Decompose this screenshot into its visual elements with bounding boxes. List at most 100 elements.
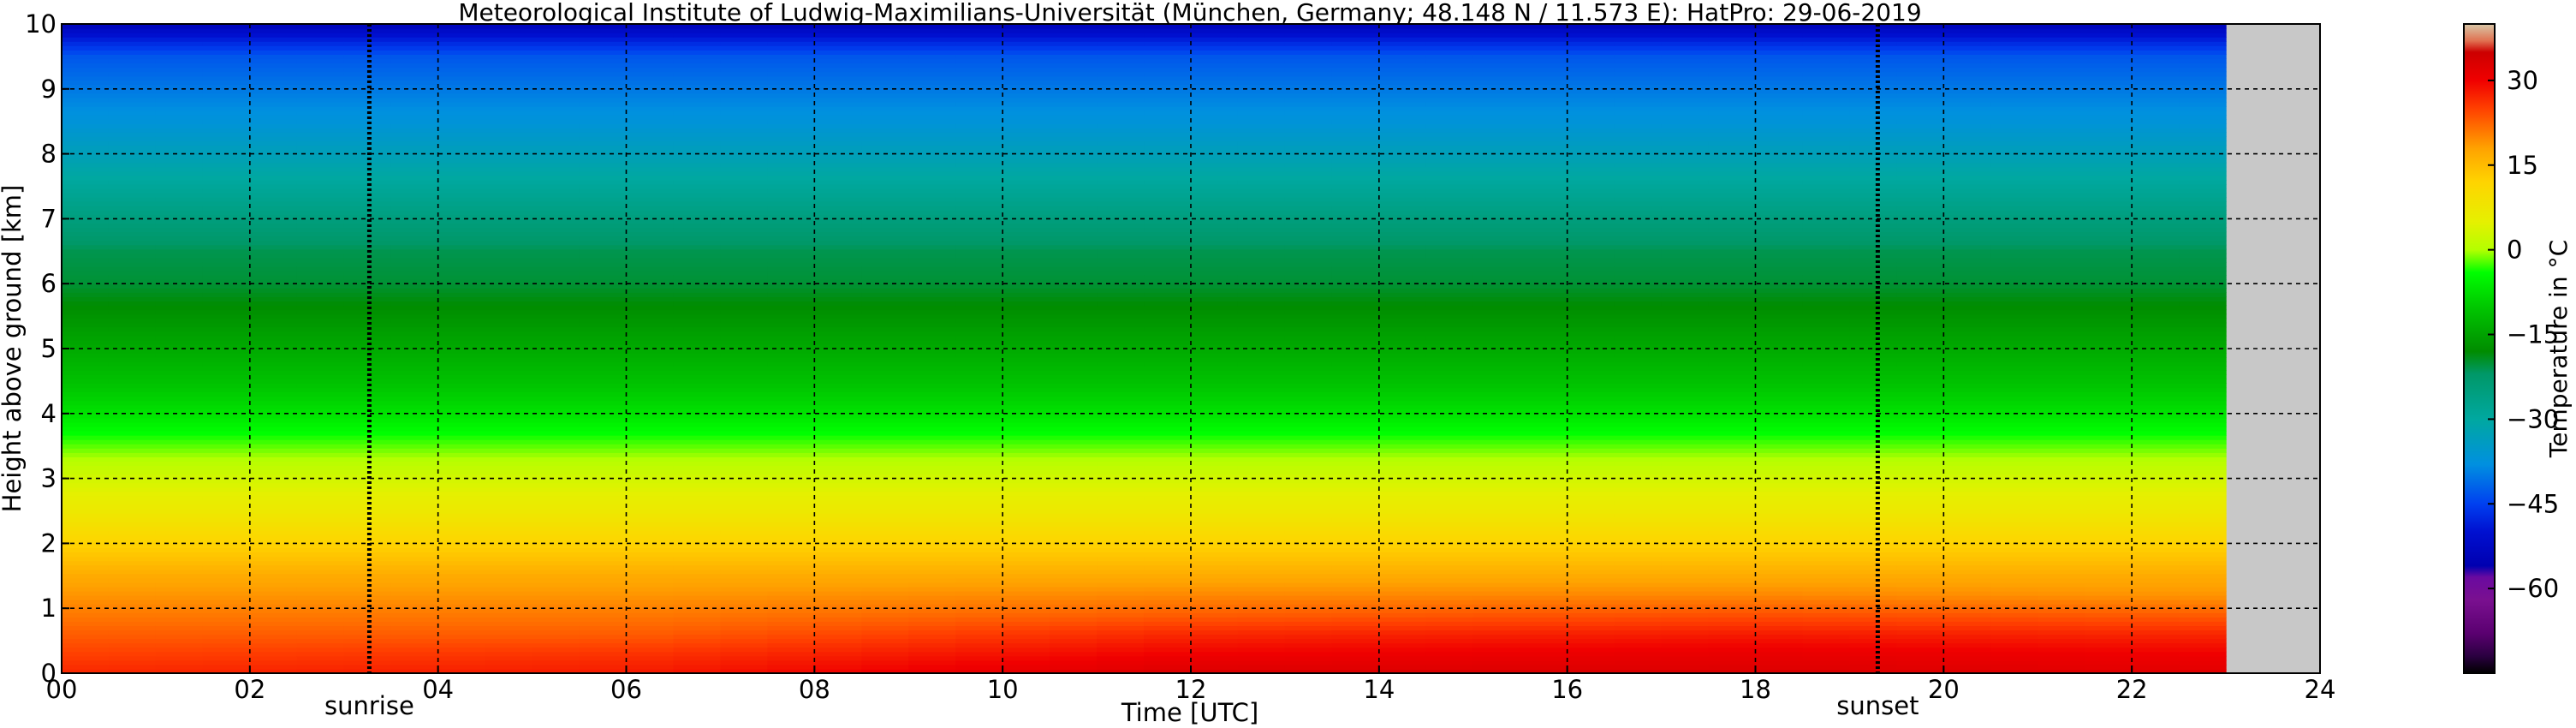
heatmap-cell (1050, 534, 1098, 540)
heatmap-cell (1097, 625, 1145, 631)
heatmap-cell (814, 431, 862, 436)
heatmap-cell (861, 517, 909, 522)
heatmap-cell (296, 404, 345, 410)
heatmap-cell (908, 374, 956, 379)
heatmap-cell (1284, 106, 1333, 111)
heatmap-cell (626, 236, 675, 242)
heatmap-cell (1050, 115, 1098, 120)
heatmap-cell (1378, 474, 1427, 480)
heatmap-cell (202, 339, 251, 345)
heatmap-cell (814, 101, 862, 107)
heatmap-cell (955, 322, 1003, 328)
heatmap-cell (1237, 448, 1286, 453)
heatmap-cell (437, 379, 486, 385)
heatmap-cell (485, 193, 533, 198)
heatmap-cell (249, 296, 298, 302)
heatmap-cell (1191, 543, 1239, 549)
heatmap-cell (1425, 166, 1474, 172)
heatmap-cell (1567, 58, 1615, 64)
heatmap-cell (626, 145, 675, 151)
heatmap-cell (579, 379, 628, 385)
heatmap-cell (532, 577, 580, 583)
heatmap-cell (1002, 404, 1050, 410)
heatmap-cell (1425, 379, 1474, 385)
heatmap-cell (1144, 456, 1192, 462)
heatmap-cell (296, 608, 345, 613)
heatmap-cell (108, 136, 157, 142)
heatmap-cell (1520, 158, 1568, 164)
heatmap-cell (1097, 417, 1145, 423)
heatmap-cell (1097, 331, 1145, 337)
heatmap-cell (673, 469, 722, 475)
heatmap-cell (767, 231, 815, 237)
heatmap-cell (62, 71, 110, 77)
heatmap-cell (532, 88, 580, 94)
heatmap-cell (202, 547, 251, 553)
heatmap-cell (673, 67, 722, 73)
heatmap-cell (955, 522, 1003, 527)
heatmap-cell (626, 292, 675, 297)
heatmap-cell (1002, 88, 1050, 94)
heatmap-cell (485, 248, 533, 254)
heatmap-cell (1237, 28, 1286, 33)
heatmap-cell (485, 236, 533, 242)
heatmap-cell (861, 101, 909, 107)
heatmap-cell (1002, 486, 1050, 492)
heatmap-cell (1331, 491, 1380, 497)
heatmap-cell (1050, 560, 1098, 566)
heatmap-cell (908, 223, 956, 229)
heatmap-cell (390, 170, 439, 176)
heatmap-cell (485, 37, 533, 42)
heatmap-cell (1425, 456, 1474, 462)
heatmap-cell (1567, 266, 1615, 272)
heatmap-cell (673, 431, 722, 436)
heatmap-cell (437, 257, 486, 263)
heatmap-cell (390, 223, 439, 229)
heatmap-cell (1331, 374, 1380, 379)
heatmap-cell (202, 543, 251, 549)
heatmap-cell (1567, 504, 1615, 510)
heatmap-cell (155, 526, 204, 531)
heatmap-cell (908, 271, 956, 276)
heatmap-cell (202, 206, 251, 211)
heatmap-cell (1378, 158, 1427, 164)
heatmap-cell (1472, 370, 1521, 375)
heatmap-cell (437, 590, 486, 596)
heatmap-cell (1331, 166, 1380, 172)
heatmap-cell (390, 452, 439, 457)
heatmap-cell (1567, 638, 1615, 644)
heatmap-cell (249, 288, 298, 293)
heatmap-cell (1144, 37, 1192, 42)
heatmap-cell (62, 170, 110, 176)
heatmap-cell (1520, 275, 1568, 280)
heatmap-cell (485, 33, 533, 38)
heatmap-cell (955, 71, 1003, 77)
heatmap-cell (155, 499, 204, 505)
heatmap-cell (62, 526, 110, 531)
heatmap-cell (390, 175, 439, 181)
heatmap-cell (1567, 296, 1615, 302)
heatmap-cell (955, 452, 1003, 457)
heatmap-cell (814, 655, 862, 661)
heatmap-cell (155, 296, 204, 302)
heatmap-cell (1520, 266, 1568, 272)
heatmap-cell (1144, 197, 1192, 202)
heatmap-cell (532, 71, 580, 77)
heatmap-cell (861, 600, 909, 605)
heatmap-cell (955, 188, 1003, 194)
heatmap-cell (1567, 387, 1615, 393)
heatmap-cell (249, 586, 298, 592)
heatmap-cell (1002, 271, 1050, 276)
heatmap-cell (1002, 170, 1050, 176)
heatmap-cell (202, 253, 251, 259)
heatmap-cell (437, 495, 486, 501)
heatmap-cell (1191, 322, 1239, 328)
heatmap-cell (1331, 513, 1380, 518)
heatmap-cell (249, 431, 298, 436)
heatmap-cell (1378, 244, 1427, 250)
heatmap-cell (673, 361, 722, 367)
heatmap-cell (532, 301, 580, 307)
heatmap-cell (390, 491, 439, 497)
heatmap-cell (1378, 253, 1427, 259)
heatmap-cell (908, 343, 956, 349)
